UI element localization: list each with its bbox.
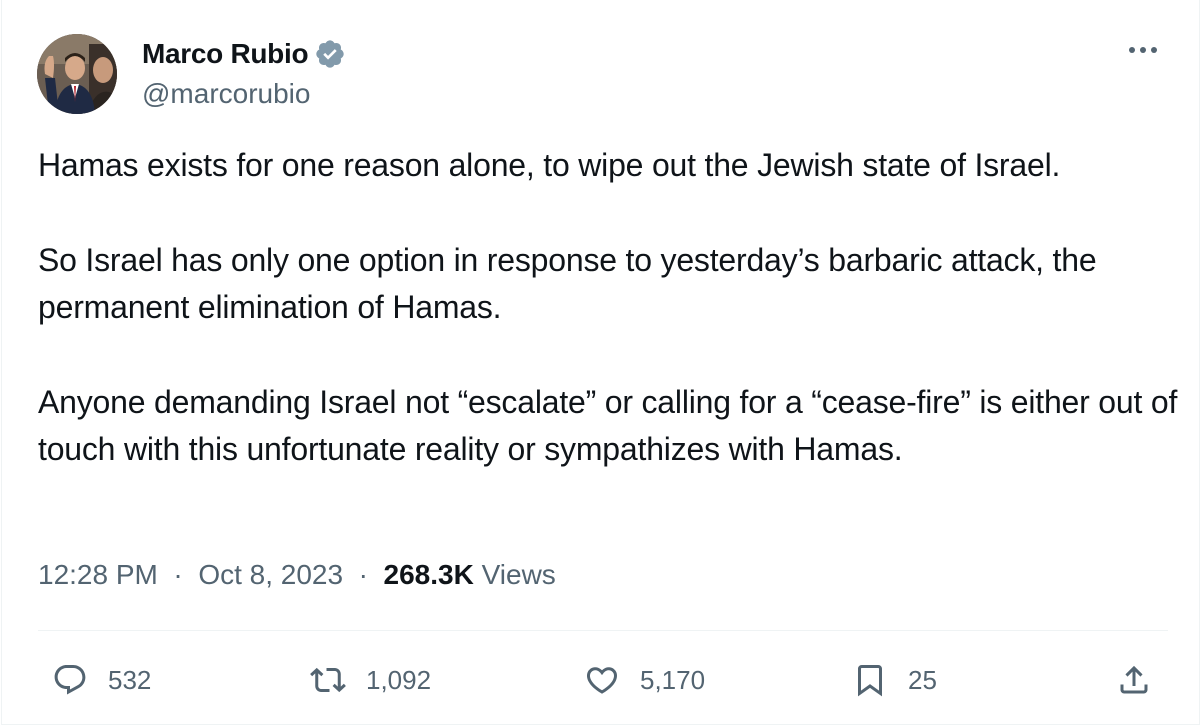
bookmark-icon xyxy=(852,662,888,698)
tweet-paragraph: Anyone demanding Israel not “escalate” o… xyxy=(38,384,1178,467)
tweet-paragraph: Hamas exists for one reason alone, to wi… xyxy=(38,147,1061,183)
like-button[interactable]: 5,170 xyxy=(584,656,705,704)
tweet-time[interactable]: 12:28 PM xyxy=(38,559,158,590)
meta-separator: · xyxy=(350,559,376,590)
repost-icon xyxy=(310,662,346,698)
share-icon xyxy=(1116,662,1152,698)
reply-icon xyxy=(52,662,88,698)
bookmark-count: 25 xyxy=(908,664,937,695)
heart-icon xyxy=(584,662,620,698)
reply-button[interactable]: 532 xyxy=(52,656,151,704)
author-handle[interactable]: @marcorubio xyxy=(142,78,310,110)
tweet-paragraph: So Israel has only one option in respons… xyxy=(38,242,1097,325)
like-count: 5,170 xyxy=(640,664,706,695)
divider xyxy=(38,630,1168,631)
tweet-text: Hamas exists for one reason alone, to wi… xyxy=(38,142,1178,473)
verified-badge-icon xyxy=(314,38,346,70)
reply-count: 532 xyxy=(108,664,152,695)
views-label: Views xyxy=(481,559,556,590)
avatar[interactable] xyxy=(37,34,117,114)
profile-photo-icon xyxy=(37,34,117,114)
more-options-button[interactable] xyxy=(1123,38,1163,62)
views-count: 268.3K xyxy=(383,559,474,590)
more-horizontal-icon xyxy=(1129,47,1157,53)
repost-count: 1,092 xyxy=(366,664,432,695)
meta-separator: · xyxy=(165,559,191,590)
tweet-card: Marco Rubio @marcorubio Hamas exists for… xyxy=(1,0,1200,725)
share-button[interactable] xyxy=(1116,656,1152,704)
tweet-date[interactable]: Oct 8, 2023 xyxy=(198,559,343,590)
tweet-meta: 12:28 PM · Oct 8, 2023 · 268.3K Views xyxy=(38,559,556,591)
author-display-name[interactable]: Marco Rubio xyxy=(142,38,309,70)
author-name-row: Marco Rubio xyxy=(142,36,346,72)
repost-button[interactable]: 1,092 xyxy=(310,656,431,704)
action-bar: 532 1,092 5,170 25 xyxy=(38,656,1168,704)
bookmark-button[interactable]: 25 xyxy=(852,656,937,704)
